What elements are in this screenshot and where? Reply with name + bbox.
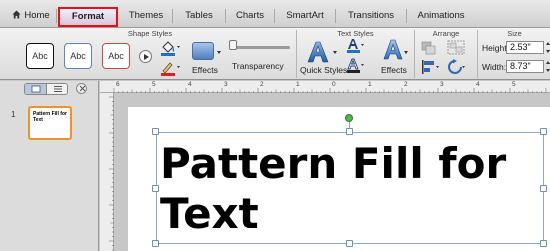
tab-tables-label: Tables: [185, 10, 213, 21]
group-divider: [477, 30, 478, 78]
ruler-label: 5: [152, 81, 156, 88]
horizontal-ruler: 6 5 4 3 2 1 0 1 2 3 4 5: [100, 81, 550, 93]
ruler-label: 0: [332, 81, 336, 88]
transparency-slider-knob[interactable]: [229, 40, 237, 50]
ruler-label: 2: [404, 81, 408, 88]
shape-style-1-button[interactable]: Abc: [26, 43, 54, 69]
text-effects-dropdown-icon[interactable]: [404, 51, 408, 54]
quick-styles-icon[interactable]: [304, 40, 332, 64]
group-icon[interactable]: [447, 40, 467, 56]
shape-styles-title: Shape Styles: [127, 29, 173, 38]
line-color-icon[interactable]: [159, 60, 181, 76]
quick-styles-label[interactable]: Quick Styles: [300, 65, 347, 75]
home-icon: [12, 10, 21, 19]
tab-charts-label: Charts: [236, 10, 264, 21]
more-styles-button[interactable]: [139, 50, 152, 63]
ruler-label: 4: [188, 81, 192, 88]
shape-style-3-button[interactable]: Abc: [102, 43, 130, 69]
tab-animations[interactable]: Animations: [407, 6, 475, 26]
arrange-title: Arrange: [432, 29, 460, 38]
slides-view-button[interactable]: [25, 84, 47, 94]
tab-format[interactable]: Format: [58, 7, 118, 27]
fill-color-icon[interactable]: [159, 40, 181, 56]
ribbon-tab-bar: Home Format Themes Tables Charts SmartAr…: [0, 0, 550, 28]
shape-effects-label[interactable]: Effects: [192, 65, 218, 75]
tab-charts[interactable]: Charts: [226, 6, 275, 26]
shape-effects-dropdown-icon[interactable]: [217, 51, 221, 54]
vertical-ruler-ticks: [109, 96, 114, 251]
height-input[interactable]: 2.53": [506, 41, 544, 54]
width-label: Width:: [482, 62, 507, 72]
slides-view-icon: [31, 85, 41, 93]
thumbnail-text-line: Text: [33, 116, 43, 123]
transparency-label: Transparency: [232, 61, 284, 71]
close-pane-icon[interactable]: [76, 83, 87, 94]
rotate-icon[interactable]: [447, 59, 467, 75]
tab-home[interactable]: Home: [6, 6, 57, 26]
resize-handle-top[interactable]: [346, 128, 353, 135]
shape-style-2-button[interactable]: Abc: [64, 43, 92, 69]
format-ribbon: Shape Styles Abc Abc Abc Effects Transpa…: [0, 28, 550, 80]
group-divider: [414, 30, 415, 78]
ruler-label: 4: [476, 81, 480, 88]
slide-title-text[interactable]: Pattern Fill for Text: [160, 139, 540, 239]
text-fill-icon[interactable]: [345, 38, 365, 54]
width-input[interactable]: 8.73": [506, 60, 544, 73]
vertical-ruler: [100, 93, 114, 251]
ruler-ticks: [113, 88, 547, 93]
resize-handle-bottom-left[interactable]: [152, 240, 159, 247]
text-effects-icon[interactable]: [381, 38, 405, 62]
tab-animations-label: Animations: [417, 10, 465, 21]
tab-smartart[interactable]: SmartArt: [275, 6, 336, 26]
width-stepper[interactable]: [545, 60, 550, 73]
tab-format-label: Format: [71, 11, 105, 22]
slide-thumbnail-1[interactable]: Pattern Fill for Text: [28, 106, 72, 140]
resize-handle-top-left[interactable]: [152, 128, 159, 135]
ruler-label: 6: [116, 81, 120, 88]
ruler-label: 3: [440, 81, 444, 88]
resize-handle-right[interactable]: [540, 185, 547, 192]
ruler-label: 1: [296, 81, 300, 88]
tab-transitions[interactable]: Transitions: [336, 6, 407, 26]
tab-transitions-label: Transitions: [347, 10, 395, 21]
resize-handle-bottom-right[interactable]: [540, 240, 547, 247]
height-label: Height:: [482, 43, 509, 53]
ruler-label: 1: [368, 81, 372, 88]
size-title: Size: [507, 29, 522, 38]
text-line-icon[interactable]: [345, 58, 365, 74]
outline-view-button[interactable]: [47, 84, 67, 94]
tab-smartart-label: SmartArt: [286, 10, 324, 21]
quick-styles-dropdown-icon[interactable]: [333, 51, 337, 54]
slide-number: 1: [11, 110, 16, 119]
text-effects-label[interactable]: Effects: [381, 65, 407, 75]
ruler-label: 2: [260, 81, 264, 88]
resize-handle-bottom[interactable]: [346, 240, 353, 247]
rotation-handle[interactable]: [345, 114, 353, 122]
ruler-label: 3: [224, 81, 228, 88]
slides-pane: 1 Pattern Fill for Text: [0, 81, 99, 251]
align-icon[interactable]: [421, 59, 441, 75]
tab-tables[interactable]: Tables: [173, 6, 226, 26]
tab-home-label: Home: [24, 10, 50, 21]
height-stepper[interactable]: [545, 41, 550, 54]
resize-handle-left[interactable]: [152, 185, 159, 192]
tab-themes-label: Themes: [128, 10, 164, 21]
resize-handle-top-right[interactable]: [540, 128, 547, 135]
tab-themes[interactable]: Themes: [120, 6, 173, 26]
transparency-slider[interactable]: [232, 46, 290, 49]
view-toggle[interactable]: [24, 83, 68, 95]
group-divider: [296, 30, 297, 78]
shape-effects-icon[interactable]: [192, 42, 214, 60]
reorder-icon[interactable]: [421, 40, 439, 56]
ruler-label: 5: [512, 81, 516, 88]
outline-view-icon: [54, 86, 62, 92]
